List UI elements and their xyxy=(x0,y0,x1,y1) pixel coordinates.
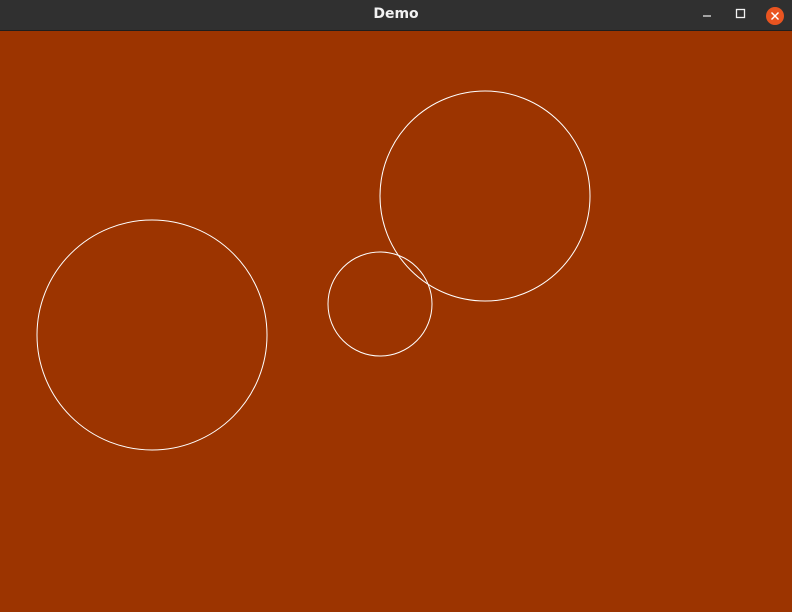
title-bar[interactable]: Demo xyxy=(0,0,792,31)
maximize-button[interactable] xyxy=(731,5,751,25)
minimize-button[interactable] xyxy=(697,5,717,25)
app-window: Demo xyxy=(0,0,792,612)
canvas-svg xyxy=(0,31,792,612)
close-icon xyxy=(771,12,779,20)
drawing-canvas[interactable] xyxy=(0,31,792,612)
window-title: Demo xyxy=(373,6,419,22)
maximize-icon xyxy=(735,8,746,19)
minimize-icon xyxy=(703,15,711,17)
canvas-background xyxy=(0,31,792,612)
close-button[interactable] xyxy=(765,5,785,25)
